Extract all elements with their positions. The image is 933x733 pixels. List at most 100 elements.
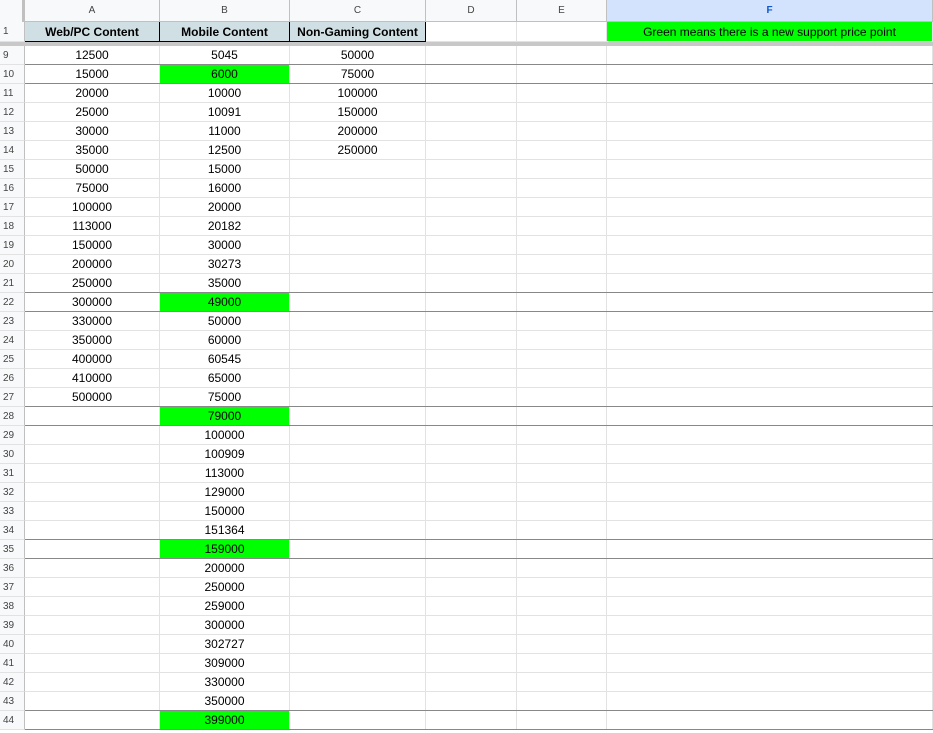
cell-e[interactable] — [517, 692, 607, 711]
cell-b[interactable]: 309000 — [160, 654, 290, 673]
cell-b[interactable]: 15000 — [160, 160, 290, 179]
cell-f[interactable] — [607, 312, 933, 331]
cell-f[interactable] — [607, 407, 933, 426]
header-cell-c[interactable]: Non-Gaming Content — [290, 22, 426, 42]
cell-b[interactable]: 30273 — [160, 255, 290, 274]
cell-d[interactable] — [426, 350, 517, 369]
cell-f[interactable] — [607, 711, 933, 730]
cell-f[interactable] — [607, 692, 933, 711]
cell-d[interactable] — [426, 293, 517, 312]
cell-f[interactable] — [607, 84, 933, 103]
cell-c[interactable] — [290, 502, 426, 521]
cell-b[interactable]: 100909 — [160, 445, 290, 464]
cell-f[interactable] — [607, 350, 933, 369]
cell-d[interactable] — [426, 141, 517, 160]
cell-f[interactable] — [607, 635, 933, 654]
row-number[interactable]: 37 — [0, 578, 25, 597]
cell-b[interactable]: 49000 — [160, 293, 290, 312]
cell-c[interactable]: 50000 — [290, 46, 426, 65]
spreadsheet-grid[interactable]: ABCDEF 1 Web/PC Content Mobile Content Non-… — [0, 0, 933, 733]
row-number[interactable]: 28 — [0, 407, 25, 426]
row-number[interactable]: 43 — [0, 692, 25, 711]
cell-d[interactable] — [426, 407, 517, 426]
row-number[interactable]: 38 — [0, 597, 25, 616]
cell-a[interactable]: 75000 — [25, 179, 160, 198]
row-number[interactable]: 17 — [0, 198, 25, 217]
cell-d[interactable] — [426, 65, 517, 84]
cell-a[interactable] — [25, 692, 160, 711]
cell-b[interactable]: 30000 — [160, 236, 290, 255]
cell-b[interactable]: 16000 — [160, 179, 290, 198]
row-number[interactable]: 15 — [0, 160, 25, 179]
cell-f[interactable] — [607, 179, 933, 198]
row-number[interactable]: 21 — [0, 274, 25, 293]
row-number[interactable]: 22 — [0, 293, 25, 312]
cell-a[interactable] — [25, 426, 160, 445]
cell-d[interactable] — [426, 179, 517, 198]
cell-c[interactable] — [290, 654, 426, 673]
cell-e[interactable] — [517, 502, 607, 521]
cell-f[interactable] — [607, 65, 933, 84]
cell-b[interactable]: 50000 — [160, 312, 290, 331]
cell-a[interactable] — [25, 540, 160, 559]
cell-c[interactable] — [290, 578, 426, 597]
cell-f[interactable] — [607, 464, 933, 483]
cell-a[interactable] — [25, 559, 160, 578]
header-cell-d[interactable] — [426, 22, 517, 42]
cell-b[interactable]: 60000 — [160, 331, 290, 350]
header-cell-f[interactable]: Green means there is a new support price… — [607, 22, 933, 42]
cell-b[interactable]: 5045 — [160, 46, 290, 65]
cell-f[interactable] — [607, 160, 933, 179]
column-header-b[interactable]: B — [160, 0, 290, 21]
cell-a[interactable] — [25, 464, 160, 483]
cell-f[interactable] — [607, 122, 933, 141]
cell-e[interactable] — [517, 312, 607, 331]
cell-a[interactable]: 330000 — [25, 312, 160, 331]
cell-d[interactable] — [426, 160, 517, 179]
cell-a[interactable]: 400000 — [25, 350, 160, 369]
cell-c[interactable] — [290, 312, 426, 331]
cell-d[interactable] — [426, 502, 517, 521]
cell-a[interactable] — [25, 711, 160, 730]
row-number[interactable]: 12 — [0, 103, 25, 122]
cell-c[interactable] — [290, 331, 426, 350]
cell-f[interactable] — [607, 46, 933, 65]
cell-e[interactable] — [517, 559, 607, 578]
cell-f[interactable] — [607, 483, 933, 502]
cell-d[interactable] — [426, 559, 517, 578]
cell-a[interactable]: 35000 — [25, 141, 160, 160]
cell-c[interactable] — [290, 236, 426, 255]
cell-f[interactable] — [607, 540, 933, 559]
cell-b[interactable]: 100000 — [160, 426, 290, 445]
cell-c[interactable] — [290, 407, 426, 426]
cell-f[interactable] — [607, 559, 933, 578]
cell-e[interactable] — [517, 578, 607, 597]
row-number[interactable]: 14 — [0, 141, 25, 160]
cell-b[interactable]: 113000 — [160, 464, 290, 483]
cell-e[interactable] — [517, 217, 607, 236]
cell-e[interactable] — [517, 274, 607, 293]
cell-b[interactable]: 350000 — [160, 692, 290, 711]
row-number[interactable]: 41 — [0, 654, 25, 673]
cell-c[interactable] — [290, 711, 426, 730]
cell-a[interactable] — [25, 407, 160, 426]
cell-a[interactable] — [25, 521, 160, 540]
cell-b[interactable]: 65000 — [160, 369, 290, 388]
cell-a[interactable] — [25, 445, 160, 464]
cell-b[interactable]: 200000 — [160, 559, 290, 578]
cell-e[interactable] — [517, 711, 607, 730]
row-number[interactable]: 26 — [0, 369, 25, 388]
cell-f[interactable] — [607, 502, 933, 521]
cell-d[interactable] — [426, 217, 517, 236]
cell-d[interactable] — [426, 635, 517, 654]
cell-d[interactable] — [426, 445, 517, 464]
row-number[interactable]: 33 — [0, 502, 25, 521]
cell-e[interactable] — [517, 388, 607, 407]
cell-a[interactable]: 300000 — [25, 293, 160, 312]
cell-f[interactable] — [607, 426, 933, 445]
cell-a[interactable]: 150000 — [25, 236, 160, 255]
cell-c[interactable]: 200000 — [290, 122, 426, 141]
cell-d[interactable] — [426, 616, 517, 635]
cell-f[interactable] — [607, 293, 933, 312]
row-number[interactable]: 13 — [0, 122, 25, 141]
